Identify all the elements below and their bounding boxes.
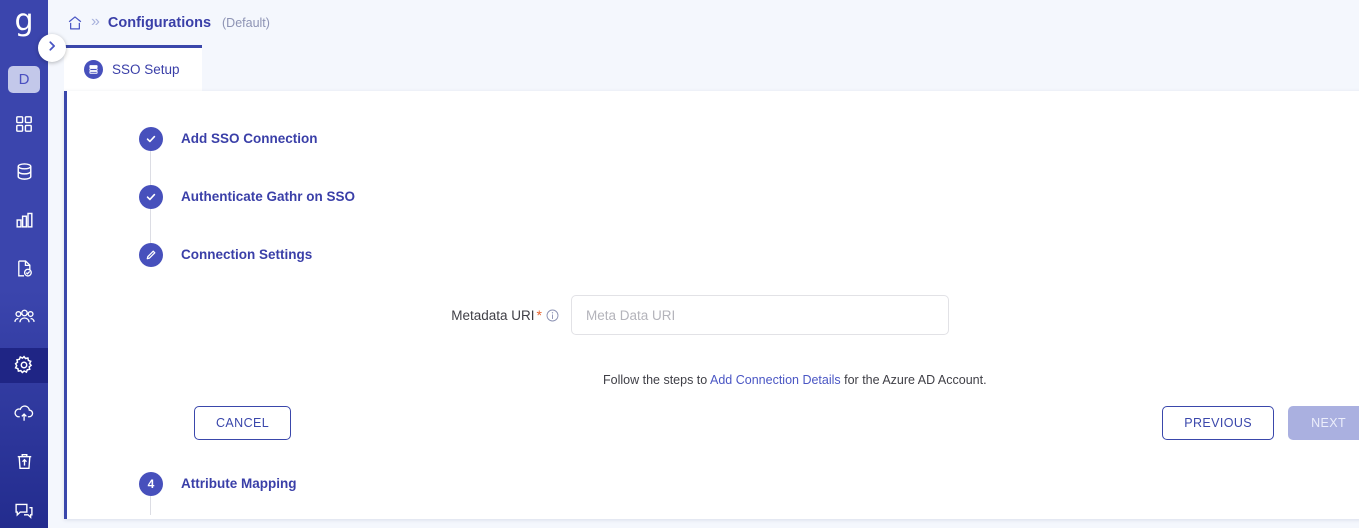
database-icon [15,162,34,181]
connection-settings-body: Metadata URI* Foll [139,267,1359,440]
sidebar-item-settings[interactable] [0,347,48,383]
step-bullet-pending: 4 [139,472,163,496]
trash-upload-icon [15,452,34,471]
step-title: Attribute Mapping [181,476,297,491]
info-icon[interactable] [546,309,559,322]
users-icon [13,307,35,326]
tab-strip: SSO Setup [48,45,1359,91]
metadata-uri-label: Metadata URI * [139,307,571,323]
sidebar-item-users[interactable] [0,299,48,334]
chevron-right-icon [46,39,58,57]
metadata-uri-row: Metadata URI * [139,295,1359,335]
nav-buttons: PREVIOUS NEXT [1162,406,1359,440]
step-connection-settings[interactable]: Connection Settings [139,243,1359,267]
app-root: g D » Configurations (Default) SSO Setup… [0,0,1359,528]
metadata-uri-input[interactable] [571,295,949,335]
step-bullet-active [139,243,163,267]
cancel-button[interactable]: CANCEL [194,406,292,440]
home-icon[interactable] [67,15,83,31]
step-attribute-mapping[interactable]: 4 Attribute Mapping [139,472,1359,496]
step-authenticate-gathr-on-sso[interactable]: Authenticate Gathr on SSO [139,185,1359,209]
main-area: » Configurations (Default) SSO Setup Add… [48,0,1359,528]
sidebar-item-dashboard[interactable] [0,106,48,141]
connection-hint: Follow the steps to Add Connection Detai… [603,373,1359,387]
breadcrumb-subtitle: (Default) [222,15,270,30]
sidebar-expand-button[interactable] [38,34,66,62]
sidebar-item-recycle-bin[interactable] [0,444,48,479]
step-title: Authenticate Gathr on SSO [181,189,356,204]
step-title: Connection Settings [181,247,313,262]
chat-icon [14,501,34,520]
gear-icon [14,355,34,375]
step-button-row: CANCEL PREVIOUS NEXT [194,406,1359,440]
content-panel: Add SSO Connection Authenticate Gathr on… [64,91,1359,519]
add-connection-details-link[interactable]: Add Connection Details [710,373,841,387]
sso-stepper: Add SSO Connection Authenticate Gathr on… [139,127,1359,515]
avatar[interactable]: D [8,66,40,93]
cloud-upload-icon [14,404,34,423]
dashboard-icon [15,115,33,133]
step-bullet-complete [139,185,163,209]
document-check-icon [15,259,34,278]
sso-stack-icon [84,60,103,79]
step-gap [139,209,1359,243]
step-add-sso-connection[interactable]: Add SSO Connection [139,127,1359,151]
analytics-icon [15,211,34,230]
step-gap [139,151,1359,185]
sidebar-item-deployments[interactable] [0,396,48,431]
hint-suffix: for the Azure AD Account. [840,373,987,387]
sidebar-item-data-sources[interactable] [0,154,48,189]
step-title: Add SSO Connection [181,131,318,146]
metadata-uri-label-text: Metadata URI [451,307,535,323]
previous-button[interactable]: PREVIOUS [1162,406,1275,440]
breadcrumb: » Configurations (Default) [48,0,1359,45]
next-button: NEXT [1288,406,1359,440]
required-asterisk: * [536,307,542,323]
tab-label: SSO Setup [112,62,180,77]
sidebar-item-support[interactable] [0,493,48,528]
tab-sso-setup[interactable]: SSO Setup [64,45,202,91]
sidebar-item-analytics[interactable] [0,203,48,238]
sidebar-item-reports[interactable] [0,251,48,286]
breadcrumb-separator: » [91,12,100,30]
hint-prefix: Follow the steps to [603,373,711,387]
breadcrumb-title[interactable]: Configurations [108,15,211,31]
step-bullet-complete [139,127,163,151]
sidebar-rail: g D [0,0,48,528]
